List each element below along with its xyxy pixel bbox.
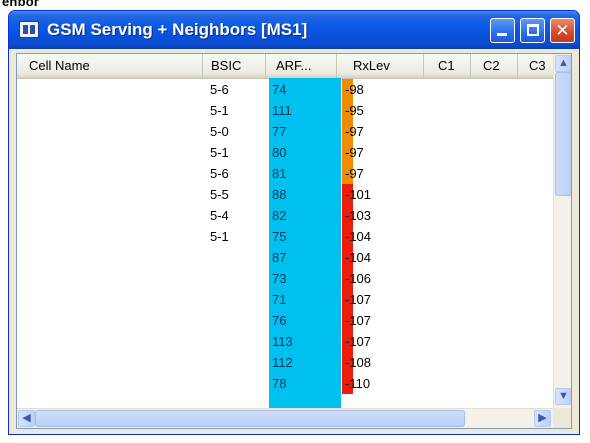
- column-label: RxLev: [353, 58, 390, 73]
- rxlev-cell: -103: [345, 208, 372, 223]
- table-header: Cell Name BSIC ARF... RxLev C1 C2 C3: [17, 54, 553, 79]
- arfcn-cell: 82: [272, 208, 287, 223]
- bsic-cell: 5-4: [210, 208, 229, 223]
- rxlev-cell: -110: [345, 376, 371, 391]
- rxlev-cell: -107: [345, 313, 372, 328]
- maximize-icon: [527, 24, 539, 36]
- table-row[interactable]: 71 -107: [17, 289, 553, 310]
- arfcn-cell: 80: [272, 145, 287, 160]
- rxlev-cell: -97: [345, 124, 364, 139]
- rxlev-cell: -104: [345, 250, 372, 265]
- table-row[interactable]: 112 -108: [17, 352, 553, 373]
- table-row[interactable]: 5-1 75 -104: [17, 226, 553, 247]
- rxlev-cell: -98: [345, 82, 364, 97]
- column-header-c2[interactable]: C2: [471, 54, 518, 78]
- scroll-down-arrow-icon[interactable]: ▼: [555, 388, 571, 405]
- rxlev-cell: -107: [345, 292, 372, 307]
- minimize-button[interactable]: [490, 18, 515, 43]
- table-row[interactable]: 5-1 80 -97: [17, 142, 553, 163]
- table-row[interactable]: 5-4 82 -103: [17, 205, 553, 226]
- arfcn-cell: 81: [272, 166, 287, 181]
- arfcn-cell: 76: [272, 313, 287, 328]
- bsic-cell: 5-1: [210, 229, 229, 244]
- close-icon: ✕: [555, 21, 570, 40]
- rxlev-cell: -97: [345, 166, 364, 181]
- bsic-cell: 5-5: [210, 187, 229, 202]
- table-row[interactable]: 5-1 111 -95: [17, 100, 553, 121]
- page-caption-text: enbor: [2, 0, 40, 9]
- column-header-rxlev[interactable]: RxLev: [337, 54, 424, 78]
- gsm-neighbors-window: GSM Serving + Neighbors [MS1] ✕ Cell Nam…: [8, 10, 580, 435]
- arfcn-cell: 87: [272, 250, 287, 265]
- bsic-cell: 5-6: [210, 166, 229, 181]
- column-header-c1[interactable]: C1: [424, 54, 471, 78]
- column-label: C1: [438, 58, 455, 73]
- vertical-scroll-thumb[interactable]: [555, 72, 571, 196]
- table-row[interactable]: 76 -107: [17, 310, 553, 331]
- column-header-c3[interactable]: C3: [518, 54, 553, 78]
- column-label: C3: [529, 58, 546, 73]
- window-title: GSM Serving + Neighbors [MS1]: [47, 20, 308, 39]
- neighbors-table: Cell Name BSIC ARF... RxLev C1 C2 C3 5-6…: [16, 53, 572, 429]
- column-header-arfcn[interactable]: ARF...: [266, 54, 337, 78]
- arfcn-cell: 88: [272, 187, 287, 202]
- maximize-button[interactable]: [520, 18, 545, 43]
- app-window-icon: [19, 21, 39, 38]
- column-label: C2: [483, 58, 500, 73]
- rxlev-cell: -97: [345, 145, 364, 160]
- table-body: 5-6 74 -98 5-1 111 -95 5-0 77 -97 5-1 80 -97 5-6 81 -9…: [17, 78, 553, 408]
- arfcn-cell: 74: [272, 82, 287, 97]
- horizontal-scroll-thumb[interactable]: [35, 410, 465, 427]
- arfcn-cell: 71: [272, 292, 287, 307]
- table-row[interactable]: 73 -106: [17, 268, 553, 289]
- bsic-cell: 5-6: [210, 82, 229, 97]
- column-label: Cell Name: [29, 58, 90, 73]
- minimize-icon: [497, 33, 507, 36]
- table-row[interactable]: 5-6 74 -98: [17, 79, 553, 100]
- horizontal-scrollbar[interactable]: ◀ ▶: [17, 408, 553, 428]
- column-label: ARF...: [276, 58, 312, 73]
- rxlev-cell: -106: [345, 271, 372, 286]
- rxlev-cell: -101: [345, 187, 372, 202]
- table-row[interactable]: 87 -104: [17, 247, 553, 268]
- table-row[interactable]: 5-5 88 -101: [17, 184, 553, 205]
- arfcn-cell: 75: [272, 229, 287, 244]
- table-row[interactable]: 5-6 81 -97: [17, 163, 553, 184]
- arfcn-cell: 113: [272, 334, 293, 349]
- vertical-scrollbar[interactable]: ▲ ▼: [553, 54, 571, 408]
- column-label: BSIC: [211, 58, 242, 73]
- rxlev-cell: -95: [345, 103, 364, 118]
- table-row[interactable]: 5-0 77 -97: [17, 121, 553, 142]
- bsic-cell: 5-1: [210, 103, 229, 118]
- rxlev-cell: -104: [345, 229, 372, 244]
- arfcn-cell: 73: [272, 271, 287, 286]
- bsic-cell: 5-0: [210, 124, 229, 139]
- rxlev-cell: -107: [345, 334, 372, 349]
- scroll-left-arrow-icon[interactable]: ◀: [18, 410, 35, 427]
- table-row[interactable]: 113 -107: [17, 331, 553, 352]
- close-button[interactable]: ✕: [550, 18, 575, 43]
- column-header-cell-name[interactable]: Cell Name: [17, 54, 203, 78]
- arfcn-cell: 112: [272, 355, 293, 370]
- scroll-up-arrow-icon[interactable]: ▲: [555, 55, 571, 72]
- scrollbar-corner: [553, 408, 571, 428]
- table-row[interactable]: 78 -110: [17, 373, 553, 394]
- rxlev-cell: -108: [345, 355, 372, 370]
- column-header-bsic[interactable]: BSIC: [203, 54, 266, 78]
- scroll-right-arrow-icon[interactable]: ▶: [534, 410, 551, 427]
- arfcn-cell: 111: [272, 103, 292, 118]
- arfcn-cell: 77: [272, 124, 287, 139]
- title-bar[interactable]: GSM Serving + Neighbors [MS1] ✕: [9, 11, 579, 49]
- arfcn-cell: 78: [272, 376, 287, 391]
- bsic-cell: 5-1: [210, 145, 229, 160]
